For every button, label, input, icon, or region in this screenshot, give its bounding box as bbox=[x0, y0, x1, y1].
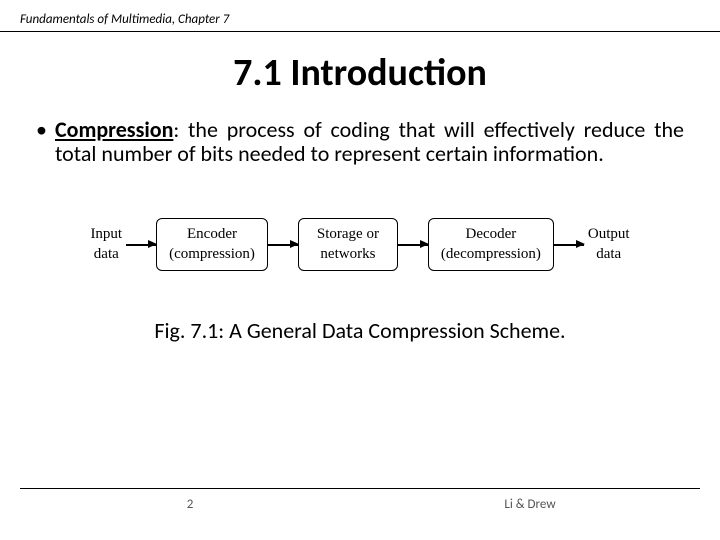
section-title: 7.1 Introduction bbox=[0, 50, 720, 96]
compression-diagram: Input data Encoder (compression) Storage… bbox=[0, 218, 720, 271]
decoder-top: Decoder bbox=[441, 225, 541, 245]
decoder-bottom: (decompression) bbox=[441, 245, 541, 265]
storage-bottom: networks bbox=[311, 245, 385, 265]
arrow-icon bbox=[268, 244, 298, 246]
input-top: Input bbox=[90, 225, 122, 245]
encoder-box: Encoder (compression) bbox=[156, 218, 268, 271]
arrow-icon bbox=[126, 244, 156, 246]
storage-box: Storage or networks bbox=[298, 218, 398, 271]
slide-footer: 2 Li & Drew bbox=[20, 488, 700, 512]
chapter-header: Fundamentals of Multimedia, Chapter 7 bbox=[0, 0, 720, 32]
arrow-icon bbox=[554, 244, 584, 246]
encoder-top: Encoder bbox=[169, 225, 255, 245]
decoder-box: Decoder (decompression) bbox=[428, 218, 554, 271]
bullet-mark: • bbox=[36, 118, 47, 166]
output-bottom: data bbox=[588, 245, 630, 265]
storage-top: Storage or bbox=[311, 225, 385, 245]
encoder-bottom: (compression) bbox=[169, 245, 255, 265]
input-label: Input data bbox=[86, 225, 126, 264]
page-number: 2 bbox=[20, 497, 360, 512]
definition-line: Compression: the process of coding that … bbox=[55, 118, 684, 166]
output-label: Output data bbox=[584, 225, 634, 264]
arrow-icon bbox=[398, 244, 428, 246]
authors: Li & Drew bbox=[360, 497, 700, 512]
input-bottom: data bbox=[90, 245, 122, 265]
output-top: Output bbox=[588, 225, 630, 245]
figure-caption: Fig. 7.1: A General Data Compression Sch… bbox=[0, 317, 720, 344]
body-paragraph: • Compression: the process of coding tha… bbox=[0, 118, 720, 166]
term-compression: Compression bbox=[55, 116, 173, 143]
